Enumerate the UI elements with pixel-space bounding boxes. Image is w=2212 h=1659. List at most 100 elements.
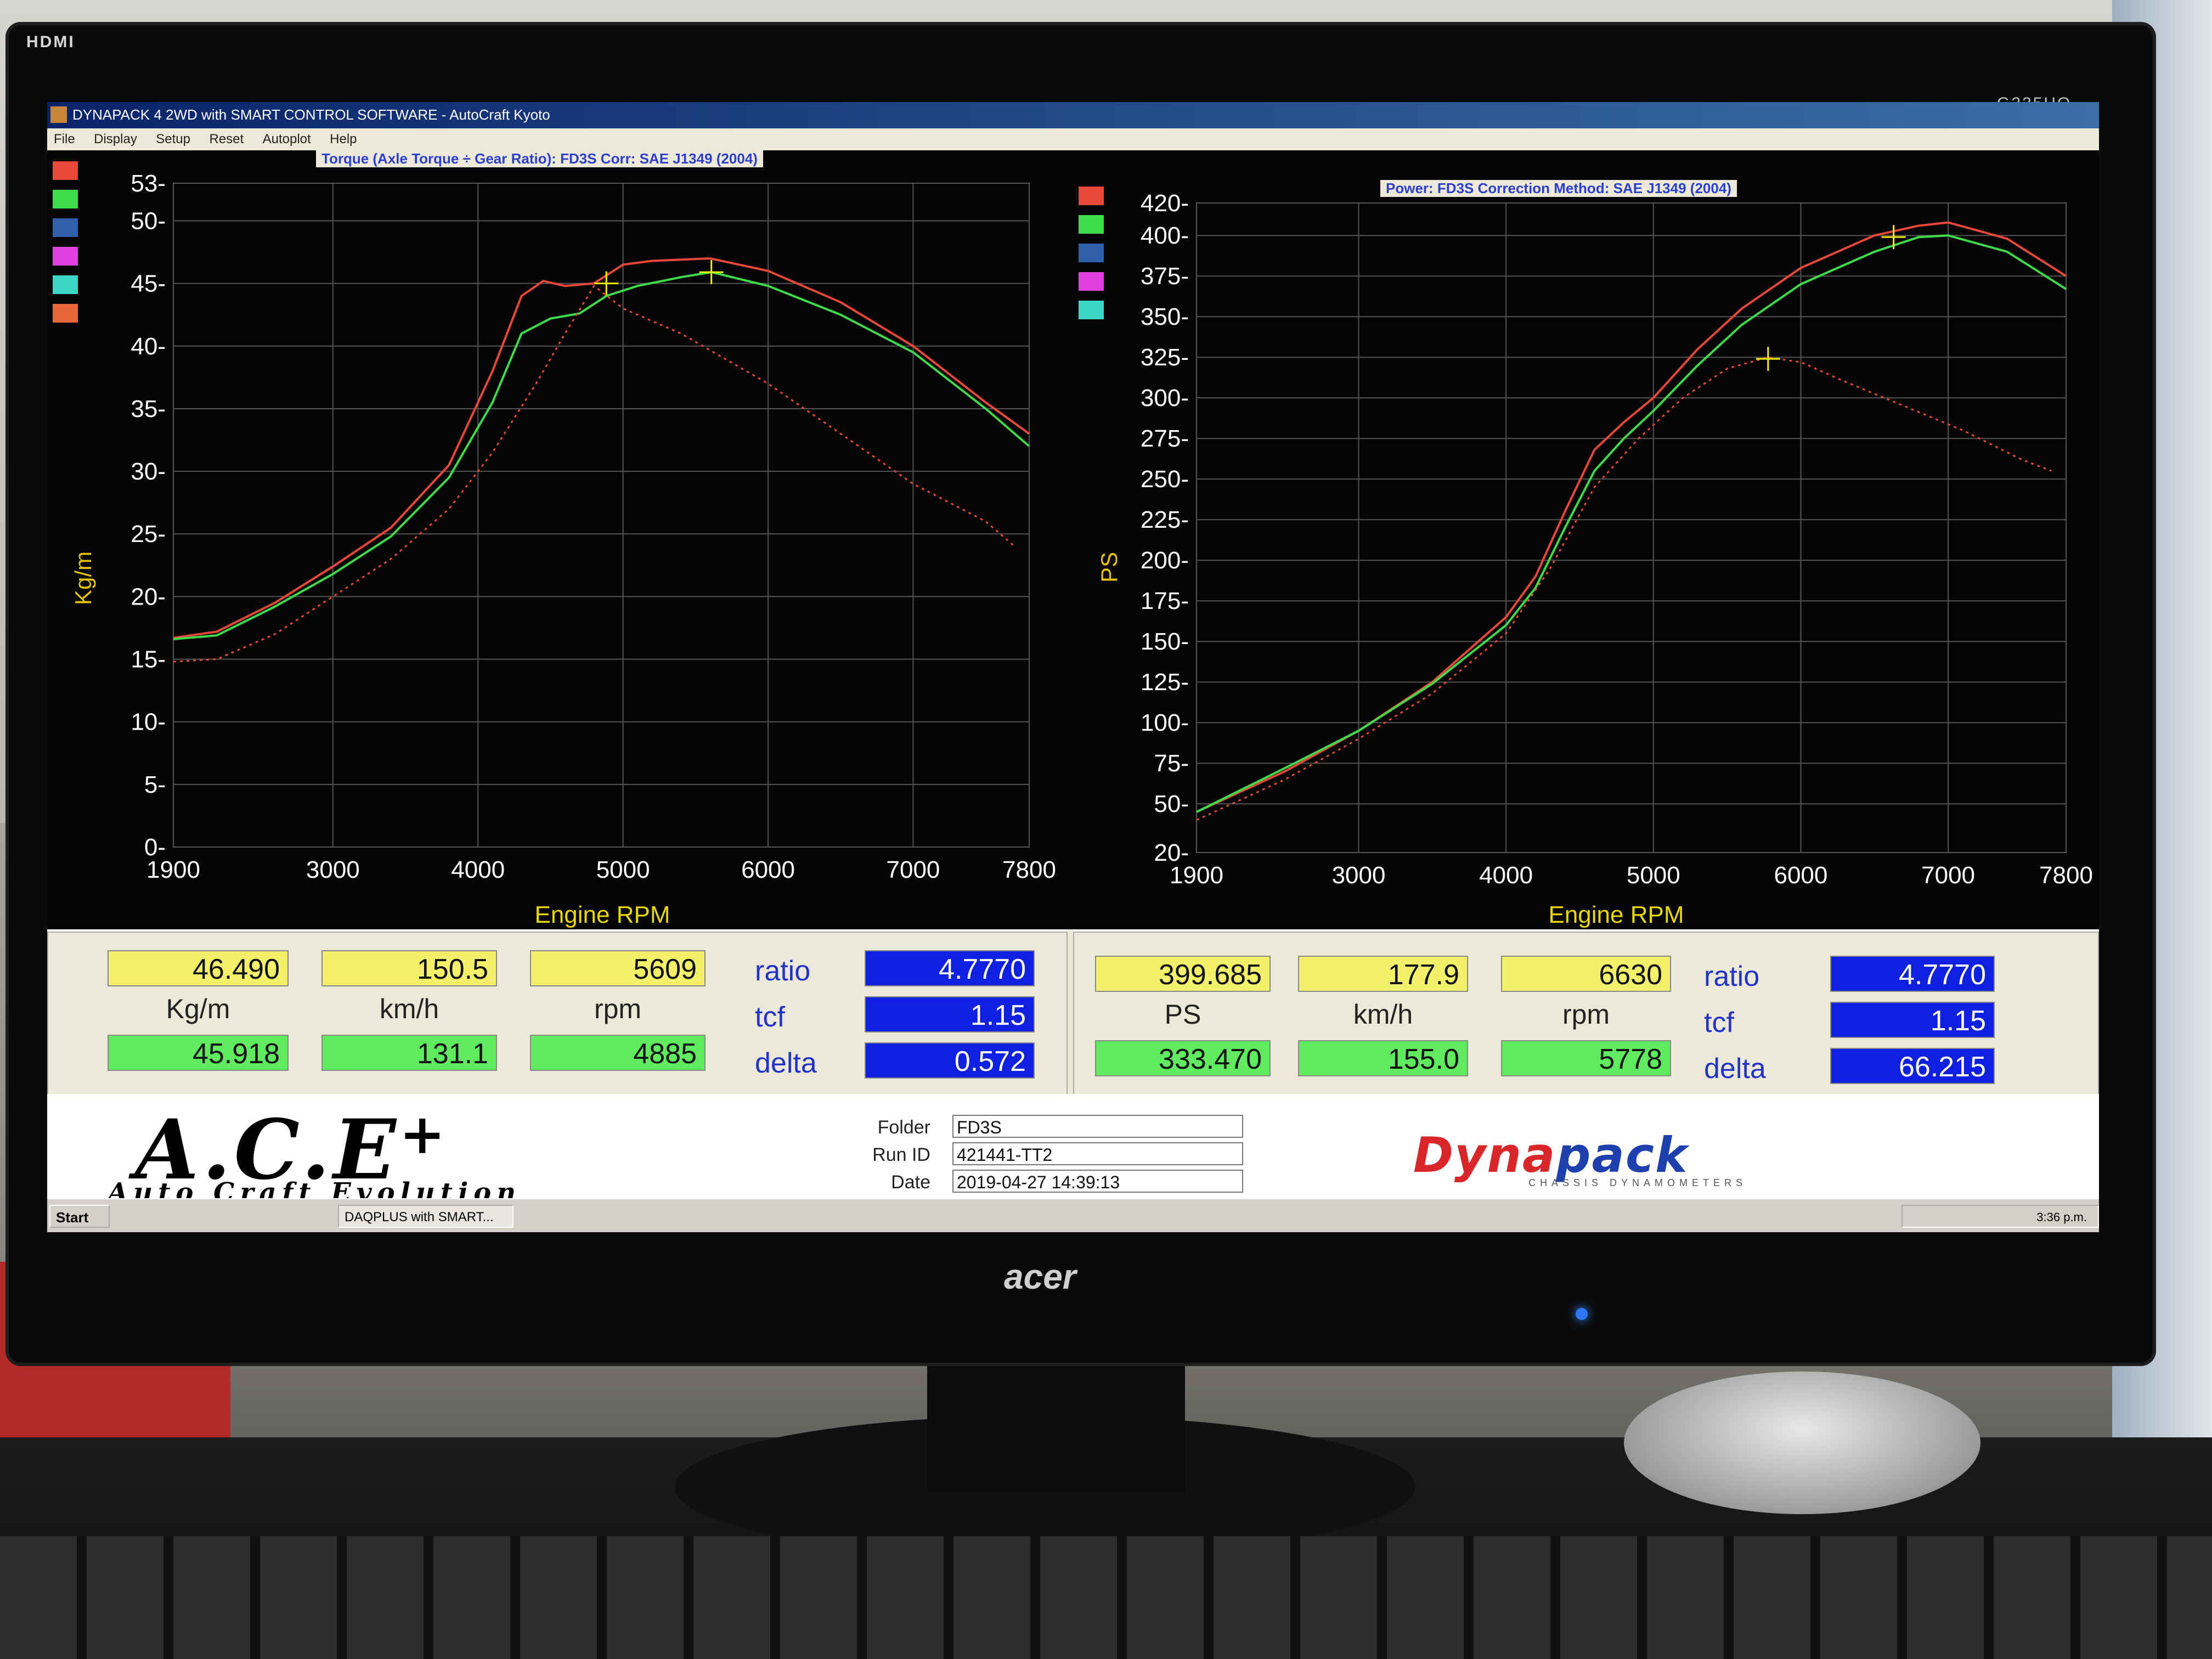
torque-unit-value: Kg/m — [166, 994, 230, 1024]
torque-unit-speed: km/h — [379, 994, 439, 1024]
metal-ashtray — [1624, 1372, 1980, 1514]
keyboard — [0, 1536, 2212, 1659]
t-series-line-2 — [173, 271, 1030, 640]
p-y-tick-label: 325- — [1141, 344, 1189, 371]
power-button[interactable] — [1576, 1308, 1588, 1320]
power-readout: 399.685 177.9 6630 PS km/h rpm 333.470 1… — [1073, 929, 2099, 1096]
t-y-tick-label: 35- — [131, 396, 166, 422]
power-tcf: 1.15 — [1830, 1002, 1995, 1038]
menu-help[interactable]: Help — [330, 132, 357, 147]
p-y-tick-label: 50- — [1154, 791, 1189, 817]
torque-delta-label: delta — [755, 1047, 817, 1079]
dynapack-subtitle: CHASSIS DYNAMOMETERS — [1528, 1177, 1747, 1188]
taskbar: Start DAQPLUS with SMART... 3:36 p.m. — [47, 1198, 2099, 1232]
t-y-tick-label: 40- — [131, 333, 166, 360]
p-x-tick-label: 3000 — [1332, 862, 1386, 889]
t-x-tick-label: 7800 — [1002, 856, 1056, 883]
p-series-line-2 — [1196, 234, 2067, 813]
t-series-line-1 — [173, 257, 1030, 639]
torque-chart: 1900 3000 4000 5000 6000 7000 78000-5-10-15-20… — [70, 170, 1056, 928]
start-button[interactable]: Start — [49, 1205, 110, 1228]
dynapack-logo-blue: pack — [1556, 1127, 1689, 1183]
menu-setup[interactable]: Setup — [156, 132, 190, 147]
p-y-tick-label: 200- — [1141, 547, 1189, 574]
t-y-tick-label: 45- — [131, 270, 166, 297]
torque-cur-value: 45.918 — [108, 1035, 289, 1071]
p-y-tick-label: 175- — [1141, 588, 1189, 614]
t-y-tick-label: 15- — [131, 646, 166, 673]
t-x-tick-label: 5000 — [596, 856, 650, 883]
p-y-tick-label: 75- — [1154, 750, 1189, 777]
p-y-tick-label: 225- — [1141, 506, 1189, 533]
t-x-tick-label: 7000 — [887, 856, 940, 883]
torque-unit-rpm: rpm — [594, 994, 642, 1024]
p-x-tick-label: 5000 — [1627, 862, 1680, 889]
ace-logo-plus: + — [399, 1102, 449, 1166]
dynapack-logo-red: Dyna — [1413, 1127, 1556, 1183]
power-max-value: 399.685 — [1095, 956, 1271, 992]
t-series-line-3 — [173, 284, 1015, 663]
p-y-tick-label: 420- — [1141, 190, 1189, 217]
torque-readout: 46.490 150.5 5609 Kg/m km/h rpm 45.918 1… — [47, 929, 1068, 1096]
p-y-tick-label: 300- — [1141, 385, 1189, 411]
run-id-label: Run ID — [872, 1144, 930, 1165]
power-y-axis-label: PS — [1096, 552, 1122, 583]
hdmi-label: HDMI — [26, 33, 75, 51]
power-tcf-label: tcf — [1704, 1007, 1734, 1039]
t-y-tick-label: 53- — [131, 170, 166, 197]
menu-autoplot[interactable]: Autoplot — [263, 132, 311, 147]
p-y-tick-label: 20- — [1154, 839, 1189, 866]
acer-logo: acer — [1004, 1257, 1076, 1296]
menu-file[interactable]: File — [54, 132, 75, 147]
p-x-tick-label: 7800 — [2039, 862, 2093, 889]
screen: DYNAPACK 4 2WD with SMART CONTROL SOFTWA… — [47, 102, 2099, 1232]
p-series-line-1 — [1196, 221, 2067, 813]
torque-tcf: 1.15 — [865, 996, 1035, 1032]
torque-max-rpm: 5609 — [530, 950, 706, 986]
t-y-tick-label: 5- — [144, 771, 166, 798]
torque-x-axis-label: Engine RPM — [534, 901, 670, 928]
p-x-tick-label: 6000 — [1774, 862, 1827, 889]
folder-field[interactable]: FD3S — [952, 1115, 1243, 1138]
power-unit-value: PS — [1164, 999, 1201, 1030]
app-icon — [50, 106, 67, 123]
p-plot-frame — [1196, 202, 2067, 853]
torque-tcf-label: tcf — [755, 1001, 785, 1033]
power-max-speed: 177.9 — [1298, 956, 1468, 992]
power-x-axis-label: Engine RPM — [1548, 901, 1684, 928]
menu-display[interactable]: Display — [94, 132, 137, 147]
t-x-tick-label: 4000 — [451, 856, 505, 883]
p-y-tick-label: 150- — [1141, 628, 1189, 655]
menu-reset[interactable]: Reset — [209, 132, 244, 147]
power-ratio-label: ratio — [1704, 961, 1760, 992]
torque-max-speed: 150.5 — [321, 950, 497, 986]
p-y-tick-label: 375- — [1141, 263, 1189, 290]
power-unit-speed: km/h — [1353, 999, 1413, 1030]
run-id-field[interactable]: 421441-TT2 — [952, 1142, 1243, 1165]
window-title: DYNAPACK 4 2WD with SMART CONTROL SOFTWA… — [72, 106, 550, 123]
monitor-stand-neck — [927, 1366, 1185, 1492]
p-y-tick-label: 250- — [1141, 466, 1189, 493]
t-y-tick-label: 25- — [131, 521, 166, 548]
menu-bar: File Display Setup Reset Autoplot Help — [47, 128, 2099, 150]
folder-label: Folder — [877, 1117, 930, 1138]
t-y-tick-label: 0- — [144, 834, 166, 861]
p-y-tick-label: 350- — [1141, 303, 1189, 330]
taskbar-app-button[interactable]: DAQPLUS with SMART... — [338, 1205, 514, 1228]
power-chart: 1900 3000 4000 5000 6000 7000 780020-50-75-100… — [1096, 190, 2093, 928]
title-bar: DYNAPACK 4 2WD with SMART CONTROL SOFTWA… — [47, 102, 2099, 128]
t-y-tick-label: 10- — [131, 709, 166, 736]
torque-max-value: 46.490 — [108, 950, 289, 986]
t-x-tick-label: 3000 — [306, 856, 360, 883]
charts-area: Torque (Axle Torque ÷ Gear Ratio): FD3S … — [47, 150, 2099, 929]
date-field[interactable]: 2019-04-27 14:39:13 — [952, 1170, 1243, 1193]
power-delta: 66.215 — [1830, 1048, 1995, 1084]
p-x-tick-label: 7000 — [1921, 862, 1975, 889]
power-cur-value: 333.470 — [1095, 1040, 1271, 1076]
torque-y-axis-label: Kg/m — [70, 551, 96, 605]
power-cur-rpm: 5778 — [1501, 1040, 1671, 1076]
p-y-tick-label: 100- — [1141, 709, 1189, 736]
torque-delta: 0.572 — [865, 1042, 1035, 1079]
dynapack-logo: Dynapack — [1413, 1127, 1689, 1183]
power-cur-speed: 155.0 — [1298, 1040, 1468, 1076]
